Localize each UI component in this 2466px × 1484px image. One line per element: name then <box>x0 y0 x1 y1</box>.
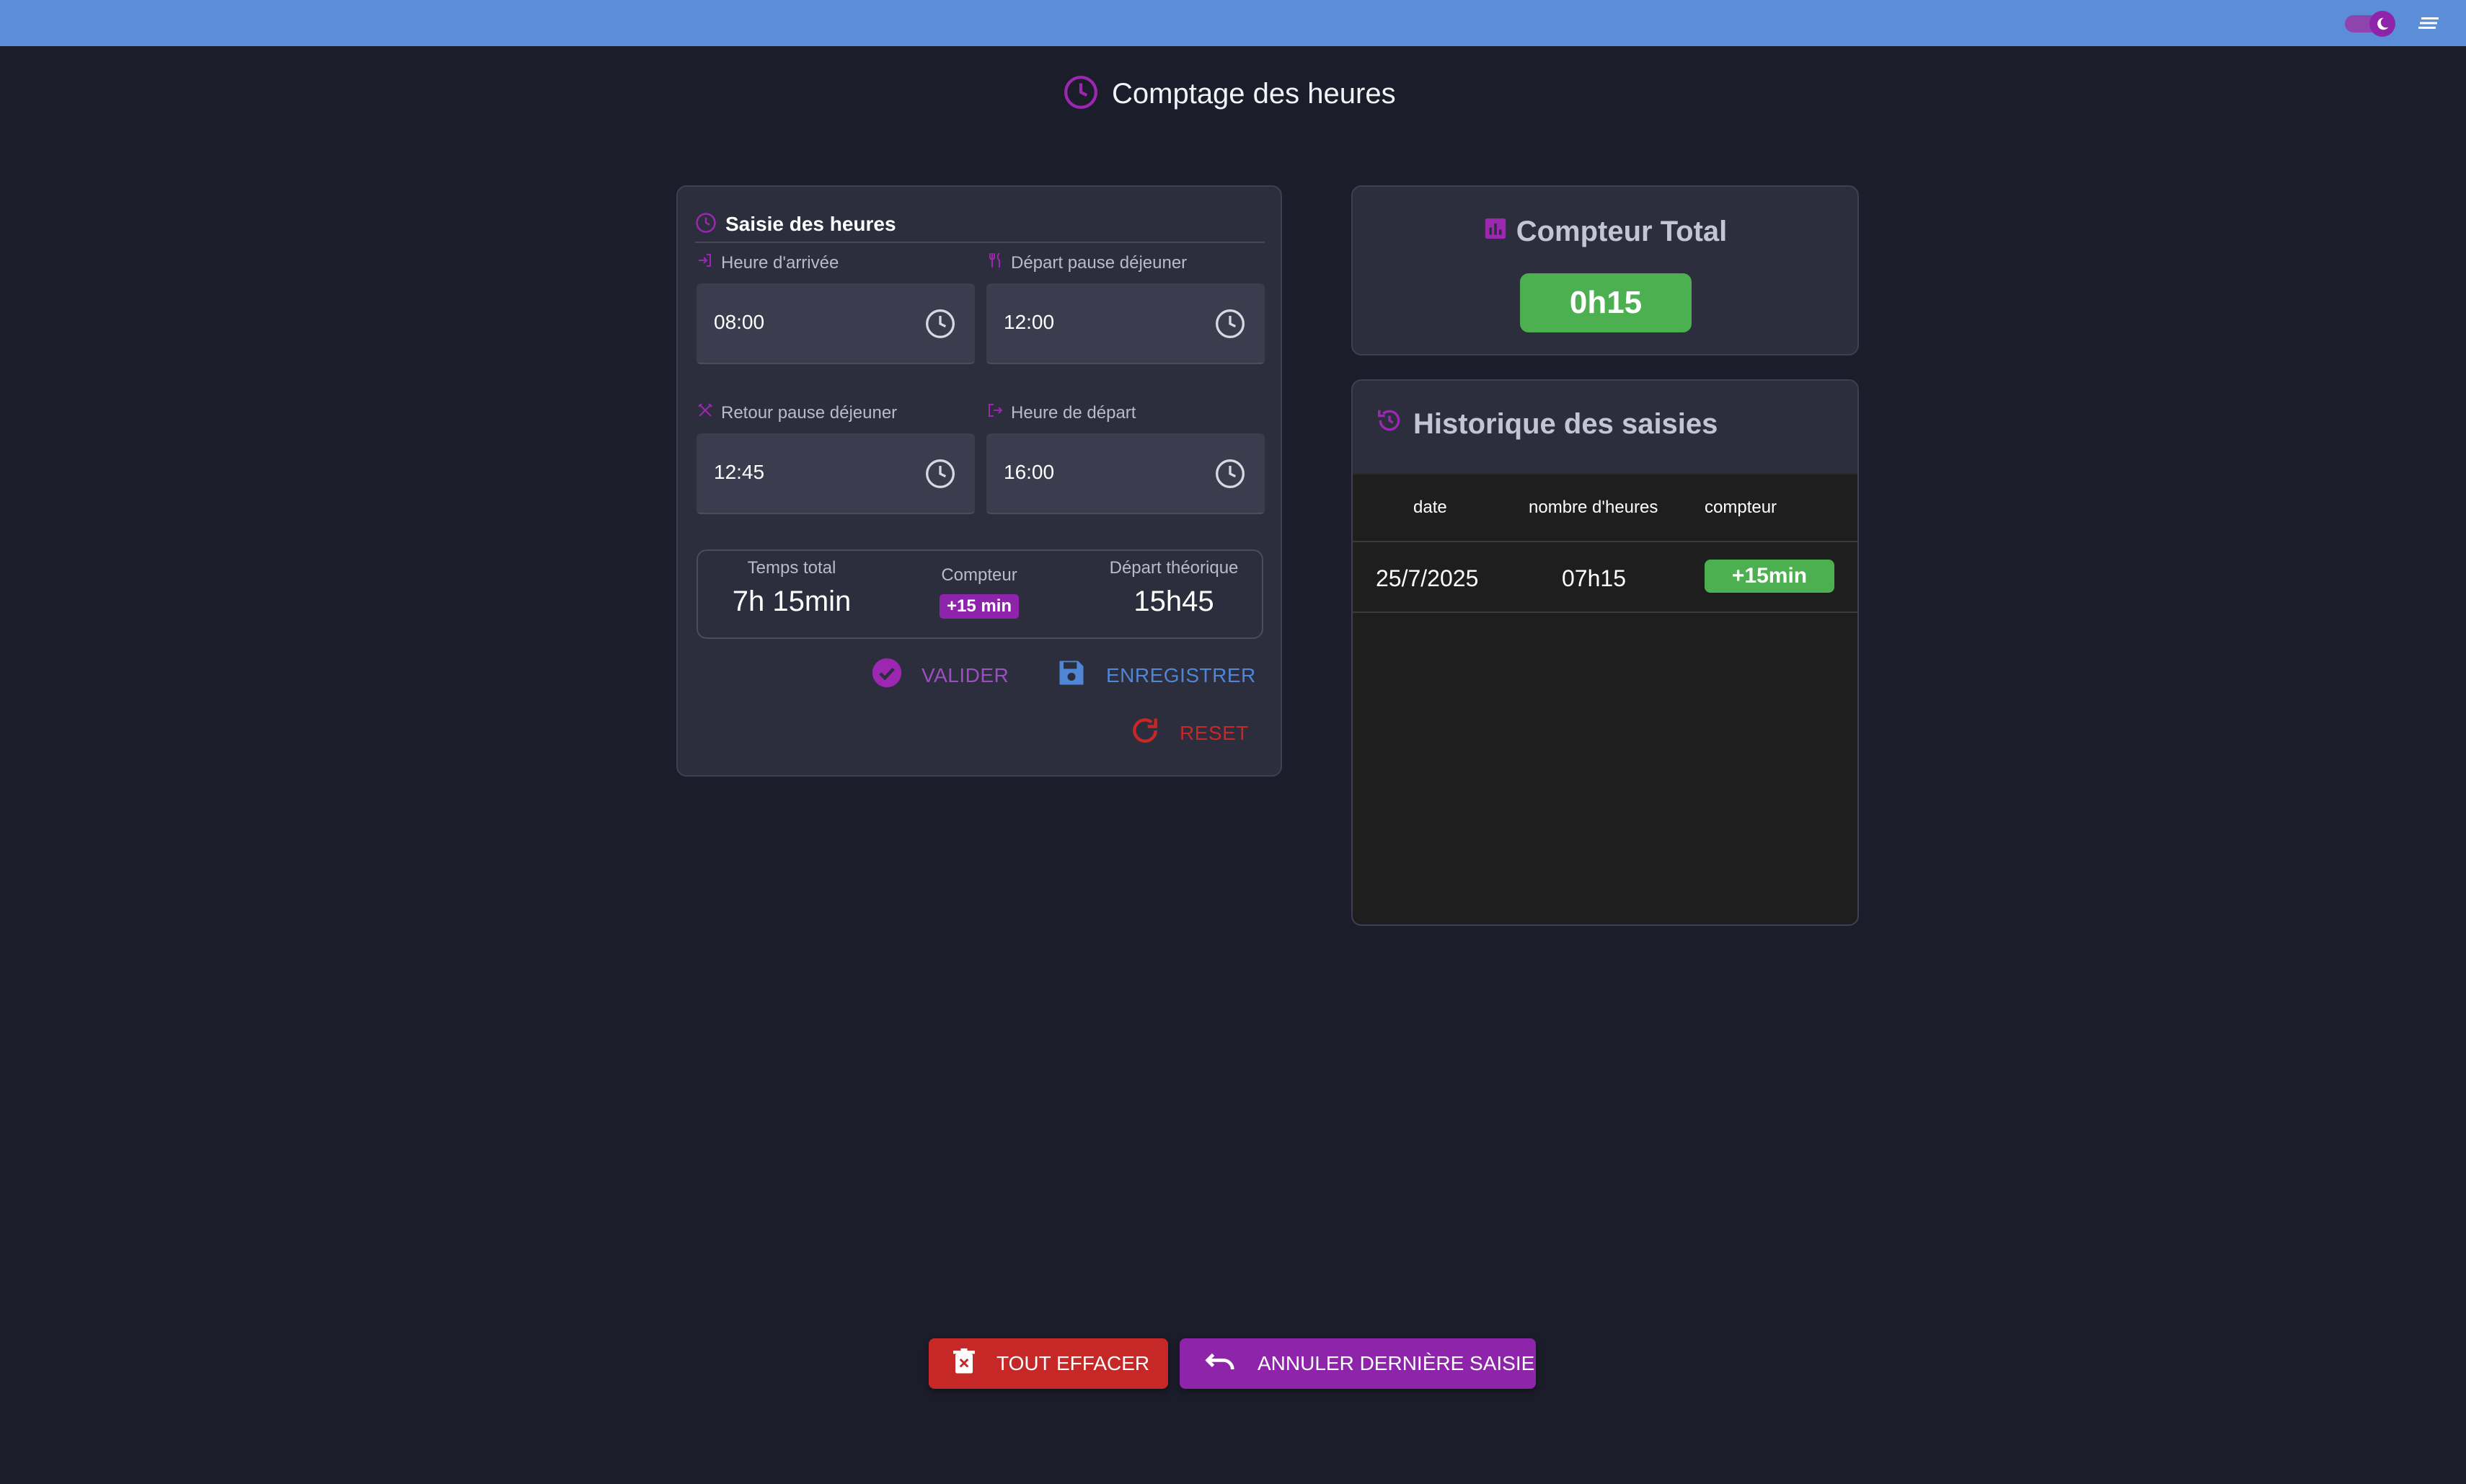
column-header-hours: nombre d'heures <box>1529 498 1658 517</box>
lunch-start-label-text: Départ pause déjeuner <box>1011 252 1188 273</box>
moon-icon <box>2369 11 2395 37</box>
refresh-icon <box>1129 715 1161 751</box>
departure-label-text: Heure de départ <box>1011 402 1136 423</box>
history-icon <box>1376 407 1403 441</box>
arrival-label: Heure d'arrivée <box>697 252 839 274</box>
total-time-label: Temps total <box>747 558 836 578</box>
total-counter-card: Compteur Total 0h15 <box>1351 185 1859 355</box>
lunch-end-time-value: 12:45 <box>714 461 765 483</box>
lunch-start-time-input[interactable]: 12:00 <box>986 283 1265 364</box>
saisie-header: Saisie des heures <box>695 207 1265 243</box>
logout-icon <box>986 402 1004 424</box>
lunch-end-label: Retour pause déjeuner <box>697 402 897 424</box>
arrival-time-value: 08:00 <box>714 311 765 333</box>
clock-icon[interactable] <box>1214 458 1246 493</box>
row-hours: 07h15 <box>1562 565 1626 591</box>
clock-icon[interactable] <box>1214 308 1246 343</box>
undo-icon <box>1204 1350 1236 1378</box>
total-time-value: 7h 15min <box>732 586 852 617</box>
saisie-title: Saisie des heures <box>725 213 896 235</box>
history-table: date nombre d'heures compteur 25/7/2025 … <box>1353 473 1857 924</box>
departure-time-value: 16:00 <box>1004 461 1055 483</box>
history-header: Historique des saisies <box>1376 407 1718 441</box>
reset-label: RESET <box>1180 721 1249 744</box>
history-title: Historique des saisies <box>1413 407 1718 440</box>
trash-icon <box>953 1348 975 1379</box>
departure-label: Heure de départ <box>986 402 1136 424</box>
save-label: ENREGISTRER <box>1106 663 1256 686</box>
lunch-end-time-input[interactable]: 12:45 <box>697 433 975 514</box>
total-counter-header: Compteur Total <box>1353 216 1857 248</box>
lunch-end-label-text: Retour pause déjeuner <box>721 402 898 423</box>
login-icon <box>697 252 714 274</box>
save-icon <box>1056 657 1087 694</box>
departure-time-input[interactable]: 16:00 <box>986 433 1265 514</box>
undo-last-label: ANNULER DERNIÈRE SAISIE <box>1258 1352 1535 1374</box>
history-table-header: date nombre d'heures compteur <box>1353 474 1857 542</box>
total-counter-value: 0h15 <box>1520 273 1692 332</box>
total-counter-title: Compteur Total <box>1516 216 1728 247</box>
check-circle-icon <box>871 657 903 694</box>
table-row: 25/7/2025 07h15 +15min <box>1353 544 1857 613</box>
page-title-text: Comptage des heures <box>1112 77 1396 110</box>
compteur-label: Compteur <box>941 565 1017 585</box>
arrival-time-input[interactable]: 08:00 <box>697 283 975 364</box>
theoretical-departure-value: 15h45 <box>1133 586 1214 617</box>
theoretical-departure-block: Départ théorique 15h45 <box>1087 558 1260 618</box>
utensils-crossed-icon <box>697 402 714 424</box>
page-title: Comptage des heures <box>1063 72 1396 115</box>
validate-button[interactable]: VALIDER <box>871 657 1009 694</box>
total-time-block: Temps total 7h 15min <box>712 558 871 618</box>
column-header-date: date <box>1413 498 1447 517</box>
clock-icon <box>695 212 717 237</box>
reset-button[interactable]: RESET <box>1129 715 1249 751</box>
clock-icon[interactable] <box>924 458 956 493</box>
clear-all-button[interactable]: TOUT EFFACER <box>929 1338 1168 1389</box>
undo-last-button[interactable]: ANNULER DERNIÈRE SAISIE <box>1180 1338 1536 1389</box>
clock-icon <box>1063 74 1099 114</box>
lunch-start-label: Départ pause déjeuner <box>986 252 1187 274</box>
top-app-bar <box>0 0 2466 46</box>
row-date: 25/7/2025 <box>1376 565 1479 591</box>
compteur-block: Compteur +15 min <box>907 565 1051 619</box>
fork-knife-icon <box>986 252 1004 274</box>
lunch-start-time-value: 12:00 <box>1004 311 1055 333</box>
menu-icon[interactable] <box>2418 13 2441 33</box>
saisie-card: Saisie des heures Heure d'arrivée 08:00 … <box>676 185 1282 777</box>
summary-box: Temps total 7h 15min Compteur +15 min Dé… <box>697 549 1263 639</box>
row-counter-badge: +15min <box>1705 560 1834 593</box>
theme-toggle[interactable] <box>2345 11 2395 37</box>
column-header-counter: compteur <box>1705 498 1777 517</box>
clear-all-label: TOUT EFFACER <box>996 1352 1150 1374</box>
clock-icon[interactable] <box>924 308 956 343</box>
history-card: Historique des saisies date nombre d'heu… <box>1351 379 1859 926</box>
bar-chart-icon <box>1483 216 1508 248</box>
save-button[interactable]: ENREGISTRER <box>1056 657 1256 694</box>
arrival-label-text: Heure d'arrivée <box>721 252 839 273</box>
theoretical-departure-label: Départ théorique <box>1109 558 1239 578</box>
validate-label: VALIDER <box>922 663 1009 686</box>
compteur-badge: +15 min <box>939 594 1020 619</box>
